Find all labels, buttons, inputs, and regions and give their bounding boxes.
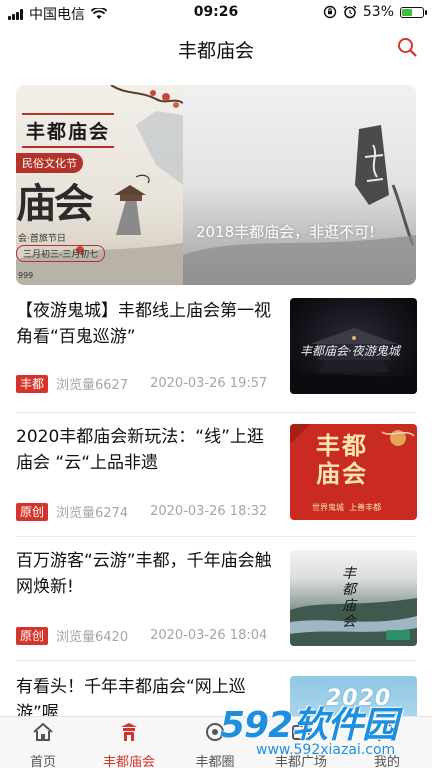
tab-label: 丰都庙会 <box>102 755 155 768</box>
view-count: 浏览量6627 <box>56 378 129 393</box>
calligraphy-ghost-image <box>183 125 416 285</box>
banner-poster-title: 丰都庙会 <box>22 113 115 148</box>
list-item[interactable]: 2020丰都庙会新玩法：“线”上逛庙会 “云“上品非遗 原创 浏览量6274 2… <box>0 424 432 542</box>
article-title: 2020丰都庙会新玩法：“线”上逛庙会 “云“上品非遗 <box>16 427 264 473</box>
article-thumbnail: 丰都庙会 <box>290 550 417 646</box>
thumbnail-caption: 丰都庙会 <box>342 566 356 630</box>
category-tag: 原创 <box>16 502 49 521</box>
article-thumbnail: 丰都庙会 世界鬼城 上善丰都 <box>290 424 417 520</box>
banner-poster-small-text: 会·首旅节日 <box>18 234 66 244</box>
temple-fair-icon <box>121 723 137 741</box>
app-screen: 中国电信 09:26 53% 丰都庙会 丰都庙会 民俗文化节 庙会 会·首旅节日… <box>0 0 432 768</box>
status-right: 53% <box>323 4 427 20</box>
divider <box>16 660 416 661</box>
banner-slide-temple-fair-poster[interactable]: 丰都庙会 民俗文化节 庙会 会·首旅节日 三月初三-三月初七 999 <box>16 85 183 285</box>
view-count: 浏览量6274 <box>56 506 129 521</box>
home-icon <box>33 723 53 741</box>
article-title: 【夜游鬼城】丰都线上庙会第一视角看“百鬼巡游” <box>16 301 271 347</box>
divider <box>16 412 416 413</box>
banner-poster-footer: 999 <box>18 271 34 280</box>
page-title: 丰都庙会 <box>177 40 254 62</box>
article-meta: 原创 浏览量6274 2020-03-26 18:32 <box>16 502 267 521</box>
banner-poster-date-pill: 三月初三-三月初七 <box>16 245 106 262</box>
app-header: 丰都庙会 <box>0 26 432 70</box>
banner-slide-2018[interactable] <box>183 85 416 285</box>
banner-caption: 2018丰都庙会，非逛不可! <box>196 223 376 241</box>
publish-date: 2020-03-26 19:57 <box>150 376 268 391</box>
publish-date: 2020-03-26 18:04 <box>150 628 268 643</box>
banner-poster-big-text: 庙会 <box>16 180 94 227</box>
battery-percent: 53% <box>362 4 394 20</box>
thumbnail-title: 丰都庙会 <box>316 431 368 488</box>
divider <box>16 536 416 537</box>
site-watermark: 592软件园 www.592xiazai.com <box>212 688 432 768</box>
article-meta: 丰都 浏览量6627 2020-03-26 19:57 <box>16 374 267 393</box>
list-item[interactable]: 【夜游鬼城】丰都线上庙会第一视角看“百鬼巡游” 丰都 浏览量6627 2020-… <box>0 298 432 416</box>
tab-home[interactable]: 首页 <box>0 717 86 768</box>
article-thumbnail: 丰都庙会·夜游鬼城 <box>290 298 417 394</box>
banner-poster-subtitle: 民俗文化节 <box>16 153 83 173</box>
thumbnail-caption: 丰都庙会·夜游鬼城 <box>300 344 400 358</box>
article-meta: 原创 浏览量6420 2020-03-26 18:04 <box>16 626 267 645</box>
list-item[interactable]: 百万游客“云游”丰都，千年庙会触网焕新! 原创 浏览量6420 2020-03-… <box>0 548 432 666</box>
category-tag: 原创 <box>16 626 49 645</box>
watermark-url: www.592xiazai.com <box>256 742 396 758</box>
tab-temple-fair[interactable]: 丰都庙会 <box>86 717 172 768</box>
battery-level-fill <box>402 8 413 16</box>
rotation-lock-icon <box>323 5 337 19</box>
tab-label: 首页 <box>29 755 56 768</box>
banner-carousel[interactable]: 丰都庙会 民俗文化节 庙会 会·首旅节日 三月初三-三月初七 999 2018丰… <box>16 85 416 285</box>
article-title: 百万游客“云游”丰都，千年庙会触网焕新! <box>16 551 272 597</box>
thumbnail-subtitle: 世界鬼城 上善丰都 <box>312 503 382 512</box>
status-bar: 中国电信 09:26 53% <box>0 0 432 26</box>
alarm-icon <box>343 5 357 19</box>
battery-icon <box>400 6 427 18</box>
search-icon[interactable] <box>396 36 418 58</box>
publish-date: 2020-03-26 18:32 <box>150 504 268 519</box>
view-count: 浏览量6420 <box>56 630 129 645</box>
watermark-brand: 592软件园 <box>220 705 398 746</box>
category-tag: 丰都 <box>16 374 49 393</box>
